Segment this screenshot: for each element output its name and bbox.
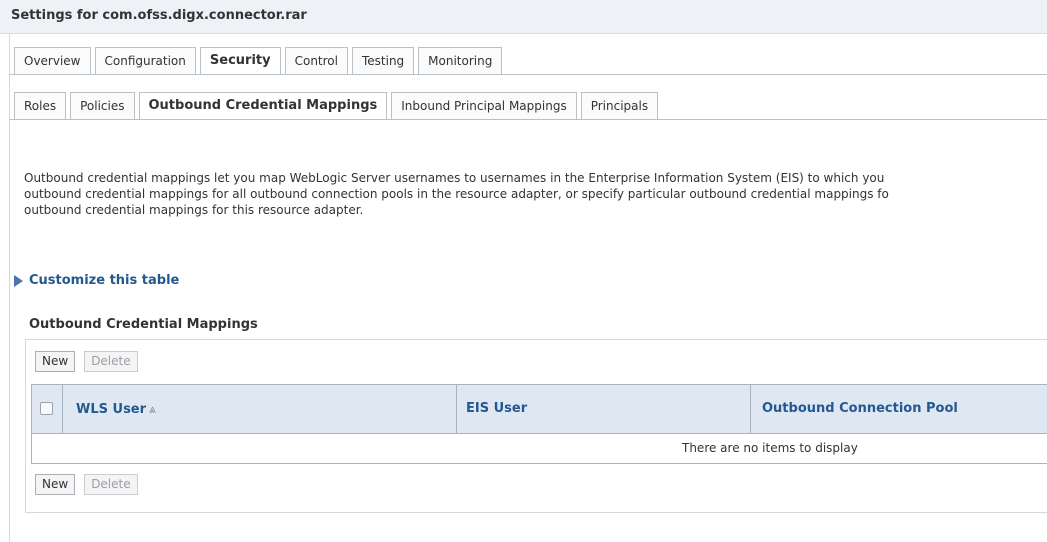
customize-table-link[interactable]: Customize this table <box>29 273 179 288</box>
mappings-table: WLS User ⩓ EIS User Outbound Connection P… <box>31 384 1047 464</box>
subtab-outbound-credential-mappings[interactable]: Outbound Credential Mappings <box>138 92 388 120</box>
table-empty-row: There are no items to display <box>31 434 1047 464</box>
tab-monitoring[interactable]: Monitoring <box>418 47 503 74</box>
tab-control[interactable]: Control <box>284 47 348 74</box>
table-toolbar-bottom: New Delete <box>35 474 147 495</box>
subtab-roles[interactable]: Roles <box>14 92 67 119</box>
page-title-bar: Settings for com.ofss.digx.connector.rar <box>0 0 1047 34</box>
page-title: Settings for com.ofss.digx.connector.rar <box>11 8 307 23</box>
tab-configuration[interactable]: Configuration <box>94 47 196 74</box>
tab-overview[interactable]: Overview <box>14 47 91 74</box>
column-header-label: WLS User <box>76 402 147 417</box>
subtab-policies[interactable]: Policies <box>70 92 135 119</box>
table-header-row: WLS User ⩓ EIS User Outbound Connection P… <box>31 384 1047 434</box>
column-header-eis-user[interactable]: EIS User <box>466 385 527 433</box>
delete-button[interactable]: Delete <box>84 474 138 495</box>
sub-tab-bar: Roles Policies Outbound Credential Mappi… <box>14 92 662 120</box>
table-title: Outbound Credential Mappings <box>29 317 258 332</box>
sub-tab-underline <box>10 119 1047 120</box>
expand-triangle-icon <box>14 274 23 287</box>
empty-message: There are no items to display <box>682 441 858 455</box>
description-line: outbound credential mappings for all out… <box>24 187 889 201</box>
new-button[interactable]: New <box>35 474 76 495</box>
page-description: Outbound credential mappings let you map… <box>24 170 1047 218</box>
column-header-wls-user[interactable]: WLS User ⩓ <box>76 385 156 433</box>
sort-ascending-icon[interactable]: ⩓ <box>149 402 156 416</box>
new-button[interactable]: New <box>35 351 76 372</box>
subtab-principals[interactable]: Principals <box>580 92 659 119</box>
description-line: Outbound credential mappings let you map… <box>24 171 885 185</box>
table-toolbar-top: New Delete <box>35 351 147 372</box>
select-all-checkbox[interactable] <box>40 402 53 415</box>
subtab-inbound-principal-mappings[interactable]: Inbound Principal Mappings <box>391 92 577 119</box>
main-tab-bar: Overview Configuration Security Control … <box>14 47 506 75</box>
column-header-outbound-connection-pool[interactable]: Outbound Connection Pool <box>762 385 958 433</box>
customize-table-toggle[interactable]: Customize this table <box>14 273 179 288</box>
tab-testing[interactable]: Testing <box>351 47 415 74</box>
column-divider <box>750 385 751 433</box>
description-line: outbound credential mappings for this re… <box>24 203 364 217</box>
content-border <box>9 34 10 542</box>
tab-security[interactable]: Security <box>199 47 281 75</box>
column-divider <box>62 385 63 433</box>
column-divider <box>456 385 457 433</box>
main-tab-underline <box>10 74 1047 75</box>
delete-button[interactable]: Delete <box>84 351 138 372</box>
